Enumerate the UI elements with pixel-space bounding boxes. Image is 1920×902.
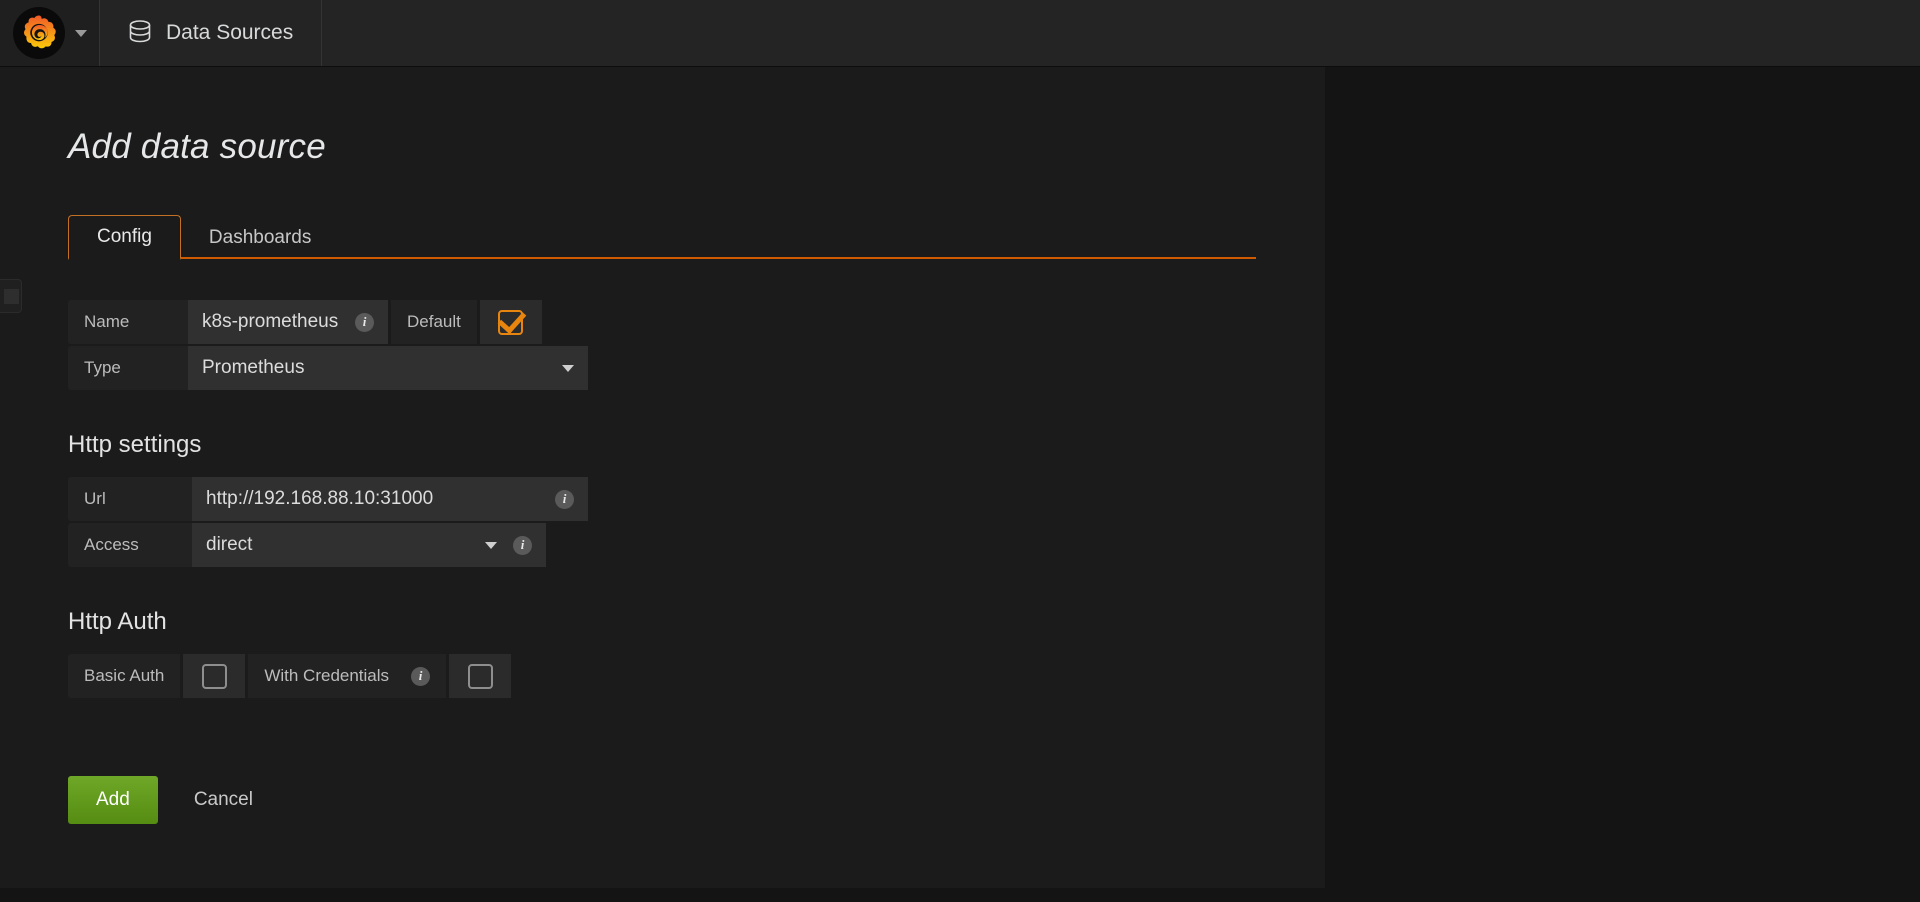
info-icon[interactable]: i — [513, 535, 532, 555]
checkbox-unchecked-icon — [467, 663, 493, 689]
access-select-value: direct — [206, 534, 253, 555]
type-label: Type — [68, 346, 188, 390]
tab-dashboards[interactable]: Dashboards — [181, 217, 339, 259]
grafana-logo-icon — [12, 7, 65, 59]
nav-item-data-sources[interactable]: Data Sources — [100, 0, 323, 66]
tab-config-label: Config — [97, 226, 152, 247]
chevron-down-icon — [562, 364, 574, 372]
info-icon[interactable]: i — [411, 666, 431, 686]
brand-menu-button[interactable] — [0, 0, 100, 66]
url-input-value: http://192.168.88.10:31000 — [206, 488, 434, 509]
sidebar-collapse-handle[interactable] — [0, 279, 22, 313]
basic-auth-label: Basic Auth — [68, 654, 181, 698]
url-row: Url http://192.168.88.10:31000 i — [68, 477, 1325, 521]
http-auth-row: Basic Auth With Credentials i — [68, 654, 1325, 698]
checkbox-unchecked-icon — [201, 663, 227, 689]
with-credentials-cell: With Credentials i — [248, 654, 447, 698]
info-icon[interactable]: i — [555, 489, 574, 509]
type-select-value: Prometheus — [202, 357, 305, 378]
database-icon — [128, 20, 152, 46]
chevron-down-icon — [74, 29, 87, 37]
http-settings-title: Http settings — [68, 431, 202, 458]
url-label: Url — [68, 477, 192, 521]
http-auth-title: Http Auth — [68, 608, 167, 635]
form-actions: Add Cancel — [68, 776, 1325, 824]
general-settings-block: Name k8s-prometheus i Default Type Prome… — [68, 300, 1325, 390]
info-icon[interactable]: i — [355, 312, 374, 332]
chevron-down-icon — [485, 541, 497, 549]
tab-bar: Config Dashboards — [68, 214, 1256, 260]
access-row: Access direct i — [68, 523, 1325, 567]
tab-config[interactable]: Config — [68, 215, 181, 260]
default-label: Default — [391, 300, 477, 344]
add-button[interactable]: Add — [68, 776, 158, 824]
tab-dashboards-label: Dashboards — [208, 227, 312, 248]
cancel-button[interactable]: Cancel — [194, 789, 253, 811]
with-credentials-label: With Credentials — [264, 666, 390, 685]
access-label: Access — [68, 523, 192, 567]
checkbox-checked-icon — [498, 309, 524, 335]
name-input[interactable]: k8s-prometheus i — [188, 300, 388, 344]
type-select[interactable]: Prometheus — [188, 346, 588, 390]
name-label: Name — [68, 300, 188, 344]
default-checkbox[interactable] — [479, 300, 542, 344]
page-title: Add data source — [68, 127, 326, 166]
nav-item-label: Data Sources — [166, 21, 294, 44]
with-credentials-checkbox[interactable] — [449, 654, 512, 698]
basic-auth-checkbox[interactable] — [183, 654, 246, 698]
page-body: Add data source Config Dashboards Name k… — [0, 67, 1920, 902]
type-row: Type Prometheus — [68, 346, 1325, 390]
name-row: Name k8s-prometheus i Default — [68, 300, 1325, 344]
url-input[interactable]: http://192.168.88.10:31000 i — [192, 477, 588, 521]
content-panel: Add data source Config Dashboards Name k… — [0, 67, 1325, 888]
name-input-value: k8s-prometheus — [202, 311, 339, 332]
access-select[interactable]: direct i — [192, 523, 546, 567]
top-navbar: Data Sources — [0, 0, 1920, 67]
